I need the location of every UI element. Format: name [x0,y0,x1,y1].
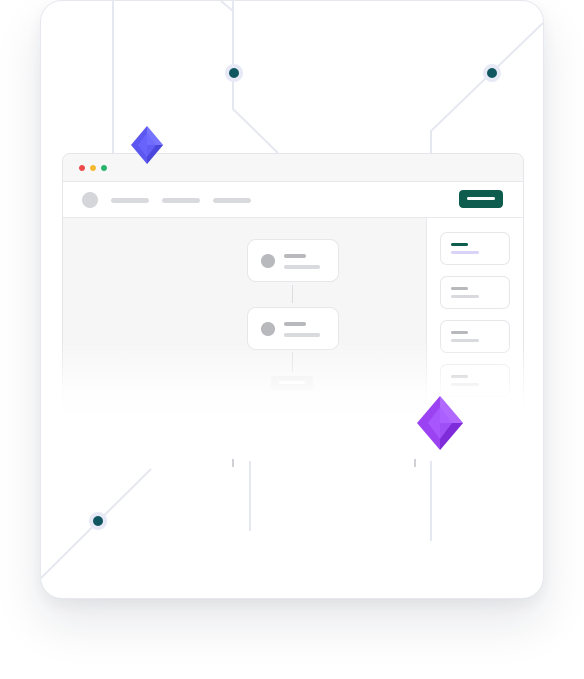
side-item-title-placeholder [451,287,468,290]
node-title-placeholder [284,254,306,258]
nav-link-placeholder[interactable] [111,198,149,203]
circuit-line-center [232,1,279,154]
node-subtitle-placeholder [284,333,320,337]
avatar[interactable] [82,192,98,208]
node-title-placeholder [284,322,306,326]
circuit-lines-lower [41,459,432,579]
side-panel-item-selected[interactable] [440,232,510,265]
illustration-card [40,0,544,599]
side-item-subtitle-placeholder [451,251,479,254]
primary-action-button-label [467,197,495,200]
node-dot-icon [93,516,103,526]
circuit-line-right [430,22,543,153]
window-maximize-dot[interactable] [101,165,107,171]
blue-gem-icon [131,126,163,164]
node-icon-placeholder [261,254,275,268]
node-subtitle-placeholder [284,265,320,269]
workflow-node[interactable] [247,239,339,282]
purple-gem-icon [417,396,463,450]
node-icon-placeholder [261,322,275,336]
side-panel-item[interactable] [440,276,510,309]
nav-link-placeholder[interactable] [213,198,251,203]
circuit-line-top-right-stub [220,1,234,12]
primary-action-button[interactable] [459,190,503,208]
side-item-title-placeholder [451,243,468,246]
nav-link-placeholder[interactable] [162,198,200,203]
node-dot-icon [487,68,497,78]
side-item-title-placeholder [451,331,468,334]
node-connector [292,285,293,303]
window-minimize-dot[interactable] [90,165,96,171]
side-item-subtitle-placeholder [451,295,479,298]
app-navbar [63,182,523,218]
node-dot-icon [229,68,239,78]
window-close-dot[interactable] [79,165,85,171]
